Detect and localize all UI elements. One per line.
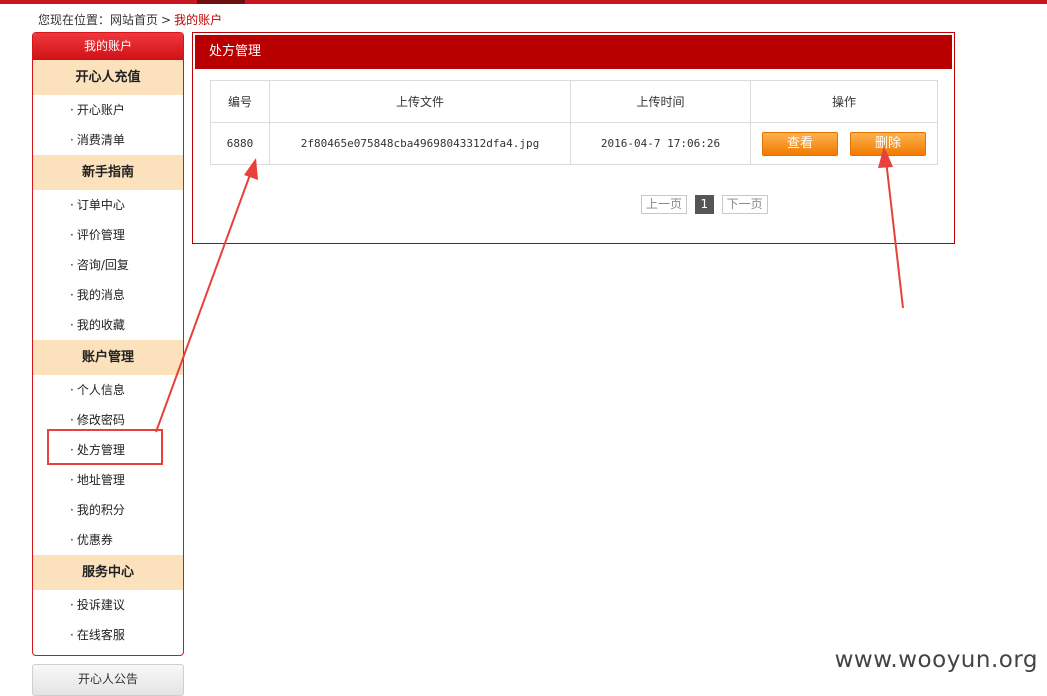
sidebar-item-label: 地址管理 [76,473,125,487]
annotation-highlight-box [47,429,163,465]
breadcrumb-prefix: 您现在位置： [38,13,111,27]
panel-title: 处方管理 [195,35,952,69]
sidebar-item-label: 消费清单 [76,133,125,147]
sidebar-item-points[interactable]: · 我的积分 [33,495,183,525]
account-sidebar: 我的账户 开心人充值 · 开心账户 · 消费清单 新手指南 · 订单中心 · 评价管理 … [32,32,184,656]
table-row: 6880 2f80465e075848cba49698043312dfa4.jp… [210,122,938,165]
sidebar-item-label: 我的积分 [76,503,125,517]
sidebar-item-coupons[interactable]: · 优惠券 [33,525,183,555]
sidebar-item-favorites[interactable]: · 我的收藏 [33,310,183,340]
col-header-id: 编号 [210,80,270,123]
sidebar-item-happy-account[interactable]: · 开心账户 [33,95,183,125]
notice-header[interactable]: 开心人公告 [32,664,184,696]
sidebar-item-messages[interactable]: · 我的消息 [33,280,183,310]
sidebar-item-label: 在线客服 [76,628,125,642]
sidebar-item-label: 开心账户 [76,103,125,117]
cell-time: 2016-04-7 17:06:26 [570,122,751,165]
sidebar-item-reviews[interactable]: · 评价管理 [33,220,183,250]
sidebar-item-profile[interactable]: · 个人信息 [33,375,183,405]
breadcrumb-current: 我的账户 [174,13,223,27]
cell-id: 6880 [210,122,270,165]
prescription-table: 编号 上传文件 上传时间 操作 6880 2f80465e075848cba49… [210,80,938,165]
sidebar-item-label: 评价管理 [76,228,125,242]
pagination: 上一页 1 下一页 [641,195,768,214]
current-page[interactable]: 1 [694,195,714,214]
sidebar-item-label: 修改密码 [76,413,125,427]
sidebar-section-service: 服务中心 [33,555,183,590]
breadcrumb-separator: > [161,13,172,27]
table-header-row: 编号 上传文件 上传时间 操作 [210,80,938,123]
sidebar-item-inquiries[interactable]: · 咨询/回复 [33,250,183,280]
sidebar-item-label: 优惠券 [76,533,113,547]
next-page-button[interactable]: 下一页 [721,195,768,214]
sidebar-item-label: 我的收藏 [76,318,125,332]
sidebar-item-label: 订单中心 [76,198,125,212]
sidebar-item-spending-list[interactable]: · 消费清单 [33,125,183,155]
col-header-file: 上传文件 [269,80,571,123]
sidebar-item-label: 我的消息 [76,288,125,302]
cell-file: 2f80465e075848cba49698043312dfa4.jpg [269,122,571,165]
view-button[interactable]: 查看 [762,131,838,156]
sidebar-item-label: 咨询/回复 [76,258,129,272]
breadcrumb-home-link[interactable]: 网站首页 [110,13,158,27]
sidebar-title: 我的账户 [33,33,183,60]
breadcrumb: 您现在位置：网站首页 > 我的账户 [38,11,222,28]
top-accent-line [0,0,1047,4]
sidebar-item-addresses[interactable]: · 地址管理 [33,465,183,495]
sidebar-item-complaints[interactable]: · 投诉建议 [33,590,183,620]
prev-page-button[interactable]: 上一页 [641,195,688,214]
col-header-actions: 操作 [750,80,938,123]
sidebar-item-label: 投诉建议 [76,598,125,612]
sidebar-section-account: 账户管理 [33,340,183,375]
delete-button[interactable]: 删除 [850,131,926,156]
sidebar-item-label: 个人信息 [76,383,125,397]
watermark: www.wooyun.org [834,647,1038,673]
cell-actions: 查看 删除 [750,122,938,165]
col-header-time: 上传时间 [570,80,751,123]
sidebar-section-recharge: 开心人充值 [33,60,183,95]
prescription-panel: 处方管理 编号 上传文件 上传时间 操作 6880 2f80465e075848… [192,32,955,244]
sidebar-item-orders[interactable]: · 订单中心 [33,190,183,220]
sidebar-item-online-service[interactable]: · 在线客服 [33,620,183,650]
sidebar-section-guide: 新手指南 [33,155,183,190]
